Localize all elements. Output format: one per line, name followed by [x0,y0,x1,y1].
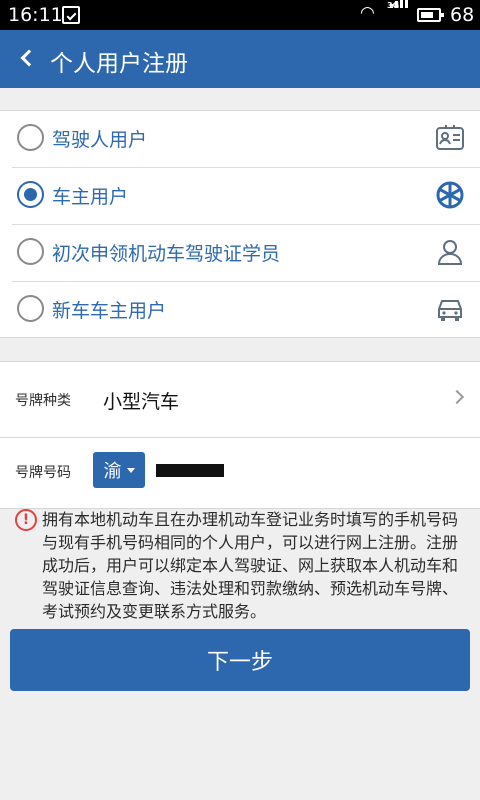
app-bar: 个人用户注册 [0,30,480,88]
battery-icon [417,8,444,22]
user-type-label: 驾驶人用户 [52,129,148,151]
radio-button[interactable] [17,295,44,322]
wifi-icon: ◠ [360,3,375,23]
notification-icon [62,6,80,24]
person-icon [437,240,463,265]
radio-button-selected[interactable] [17,181,44,208]
chevron-right-icon [449,389,465,405]
user-type-option[interactable]: 驾驶人用户 [0,111,480,168]
warning-icon: ! [15,509,37,531]
radio-button[interactable] [17,124,44,151]
user-type-label: 新车车主用户 [52,300,167,322]
province-dropdown[interactable]: 渝 [93,452,145,488]
plate-type-value: 小型汽车 [103,391,180,413]
steering-wheel-icon [436,181,464,209]
plate-type-label: 号牌种类 [15,393,71,409]
id-card-icon [436,125,464,150]
radio-button[interactable] [17,238,44,265]
back-arrow-icon [20,49,38,67]
plate-number-label: 号牌号码 [15,465,71,481]
back-button[interactable] [12,43,42,73]
province-value: 渝 [103,461,122,482]
user-type-group: 驾驶人用户 车主用户 初次申领机动车驾驶证学员 新车车主用户 [0,110,480,338]
plate-type-row[interactable]: 号牌种类 小型汽车 [0,362,480,438]
car-icon [438,300,462,321]
user-type-label: 初次申领机动车驾驶证学员 [52,243,281,265]
user-type-label: 车主用户 [52,186,129,208]
battery-level: 68 [450,4,475,26]
user-type-option[interactable]: 初次申领机动车驾驶证学员 [0,225,480,282]
registration-notice: ! 拥有本地机动车且在办理机动车登记业务时填写的手机号码与现有手机号码相同的个人… [0,506,480,621]
page-title: 个人用户注册 [50,51,188,77]
redacted-plate-number [156,464,224,477]
user-type-option[interactable]: 新车车主用户 [0,282,480,339]
user-type-option[interactable]: 车主用户 [0,168,480,225]
plate-form: 号牌种类 小型汽车 号牌号码 渝 [0,361,480,509]
status-bar: 16:11 ◠ 3G 68 [0,0,480,30]
status-time: 16:11 [8,4,63,26]
next-step-button[interactable]: 下一步 [10,629,470,691]
caret-down-icon [126,467,135,473]
notice-text: 拥有本地机动车且在办理机动车登记业务时填写的手机号码与现有手机号码相同的个人用户… [42,510,459,621]
